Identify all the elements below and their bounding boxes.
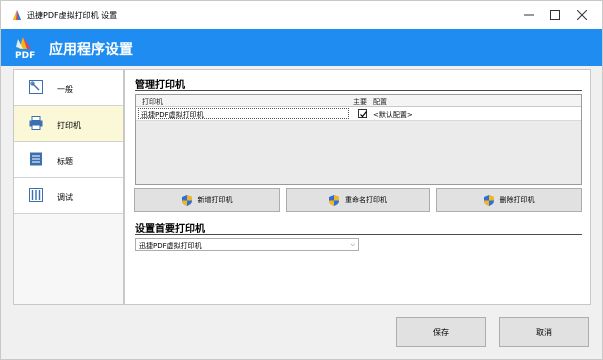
title-bar: 迅捷PDF虚拟打印机 设置: [1, 1, 602, 29]
sidebar-item-title[interactable]: 标题: [14, 142, 123, 178]
sidebar-item-label: 一般: [57, 85, 73, 94]
column-header-printer[interactable]: 打印机: [142, 97, 163, 107]
sidebar-item-debug[interactable]: 调试: [14, 178, 123, 214]
printer-settings-panel: 管理打印机 打印机 主要 配置 迅捷PDF虚拟打印机 <默认配置> 新增打印机 …: [124, 69, 591, 305]
settings-sidebar: 一般 打印机 标题 调试: [13, 69, 124, 305]
header-banner: PDF 应用程序设置: [1, 29, 602, 66]
save-label: 保存: [433, 327, 449, 337]
wrench-icon: [29, 80, 43, 94]
delete-printer-button[interactable]: 删除打印机: [436, 188, 582, 212]
primary-printer-heading: 设置首要打印机: [135, 224, 205, 235]
table-row[interactable]: 迅捷PDF虚拟打印机 <默认配置>: [136, 107, 581, 121]
cancel-label: 取消: [536, 327, 552, 337]
printer-icon: [29, 116, 43, 130]
close-button[interactable]: [564, 1, 600, 29]
delete-printer-label: 删除打印机: [499, 196, 535, 204]
window-title: 迅捷PDF虚拟打印机 设置: [27, 11, 118, 20]
column-header-primary[interactable]: 主要: [353, 97, 367, 107]
sidebar-item-label: 调试: [57, 193, 73, 202]
pdf-logo-icon: PDF: [15, 37, 35, 61]
shield-icon: [329, 194, 339, 206]
printer-table[interactable]: 打印机 主要 配置 迅捷PDF虚拟打印机 <默认配置>: [135, 94, 582, 185]
primary-checkbox[interactable]: [358, 109, 367, 118]
document-lines-icon: [30, 152, 42, 166]
section-divider: [135, 234, 582, 235]
config-cell[interactable]: <默认配置>: [373, 110, 413, 120]
primary-printer-value: 迅捷PDF虚拟打印机: [139, 242, 202, 250]
debug-icon: [29, 188, 43, 202]
chevron-down-icon: ⌵: [350, 241, 355, 248]
settings-window: 迅捷PDF虚拟打印机 设置 PDF 应用程序设置 一般 打印机 标题 调试 管理…: [0, 0, 603, 360]
sidebar-item-label: 标题: [57, 157, 73, 166]
table-header: 打印机 主要 配置: [136, 95, 581, 107]
sidebar-item-printer[interactable]: 打印机: [14, 106, 123, 142]
page-title: 应用程序设置: [49, 42, 133, 58]
save-button[interactable]: 保存: [396, 317, 486, 347]
primary-printer-select[interactable]: 迅捷PDF虚拟打印机 ⌵: [135, 238, 359, 251]
rename-printer-button[interactable]: 重命名打印机: [286, 188, 430, 212]
add-printer-button[interactable]: 新增打印机: [134, 188, 280, 212]
printer-name-cell[interactable]: 迅捷PDF虚拟打印机: [141, 110, 204, 120]
add-printer-label: 新增打印机: [197, 196, 233, 204]
manage-printers-heading: 管理打印机: [135, 80, 185, 91]
column-header-config[interactable]: 配置: [373, 97, 387, 107]
section-divider: [135, 90, 582, 91]
app-logo-icon: [13, 10, 21, 20]
checkmark-icon: [360, 111, 367, 118]
shield-icon: [181, 194, 192, 206]
rename-printer-label: 重命名打印机: [345, 196, 387, 204]
logo-text: PDF: [15, 51, 35, 61]
shield-icon: [483, 194, 494, 206]
cancel-button[interactable]: 取消: [499, 317, 589, 347]
sidebar-item-label: 打印机: [57, 121, 81, 130]
sidebar-item-general[interactable]: 一般: [14, 70, 123, 106]
